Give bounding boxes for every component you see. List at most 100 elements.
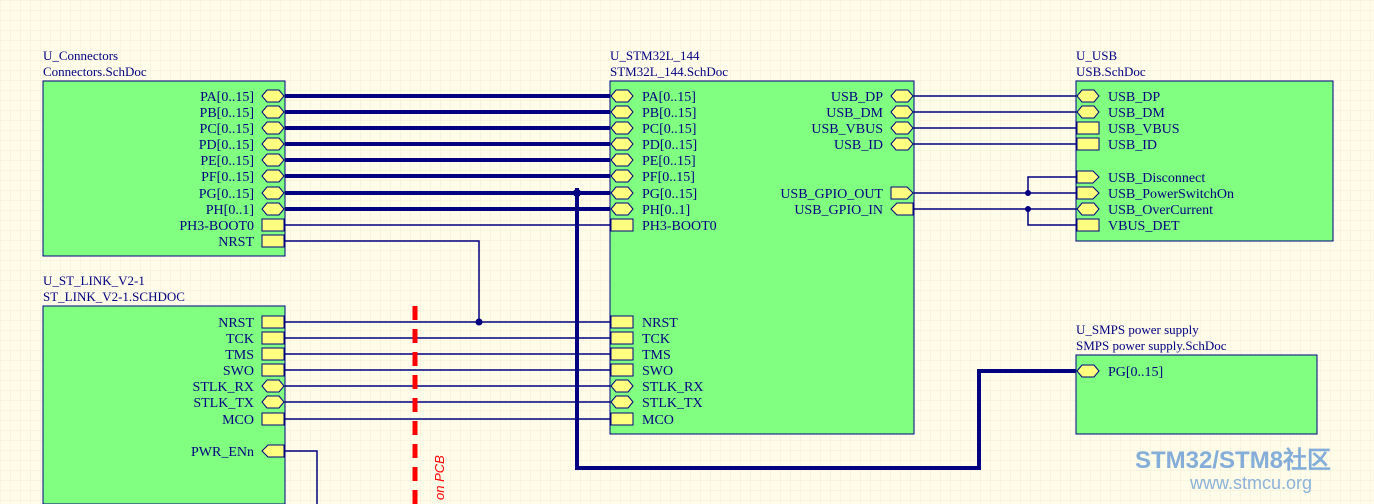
port-entry-shape xyxy=(261,234,285,248)
port-entry-shape xyxy=(1076,89,1100,103)
port-entry-shape xyxy=(261,89,285,103)
port-label: MCO xyxy=(222,413,254,428)
port-entry-shape xyxy=(610,105,634,119)
port-label: PB[0..15] xyxy=(200,106,254,121)
port-label: PB[0..15] xyxy=(642,106,696,121)
port-entry-shape xyxy=(610,218,634,232)
port-entry-shape xyxy=(610,169,634,183)
port-label: USB_ID xyxy=(834,138,883,153)
port-label: PG[0..15] xyxy=(1108,365,1163,380)
watermark-stm32: STM32 xyxy=(1135,447,1212,474)
port-label: USB_DP xyxy=(831,90,883,105)
port-label: STLK_TX xyxy=(642,396,703,411)
port-entry-shape xyxy=(261,363,285,377)
port-label: PD[0..15] xyxy=(642,138,697,153)
port-entry-shape xyxy=(610,379,634,393)
port-entry-shape xyxy=(261,315,285,329)
port-label: TCK xyxy=(642,332,670,347)
port-entry-shape xyxy=(1076,364,1100,378)
port-entry-shape xyxy=(890,121,914,135)
port-label: PH3-BOOT0 xyxy=(179,219,254,234)
port-entry-shape xyxy=(610,186,634,200)
port-label: USB_ID xyxy=(1108,138,1157,153)
svg-text:STM32/STM8社区: STM32/STM8社区 xyxy=(1135,446,1331,474)
port-label: PH[0..1] xyxy=(206,203,254,218)
port-label: VBUS_DET xyxy=(1108,219,1180,234)
port-label: STLK_RX xyxy=(642,380,703,395)
junction-nrst xyxy=(475,318,483,326)
port-label: PG[0..15] xyxy=(199,187,254,202)
port-entry-shape xyxy=(610,347,634,361)
port-label: PD[0..15] xyxy=(199,138,254,153)
port-label: PE[0..15] xyxy=(642,154,696,169)
port-label: NRST xyxy=(218,316,254,331)
sheet-filename: SMPS power supply.SchDoc xyxy=(1076,338,1227,353)
schematic-canvas: U_ConnectorsConnectors.SchDocPA[0..15]PB… xyxy=(0,0,1374,504)
watermark-stm8: STM8 xyxy=(1219,447,1283,474)
port-label: PH3-BOOT0 xyxy=(642,219,717,234)
port-label: USB_OverCurrent xyxy=(1108,203,1213,218)
port-label: PF[0..15] xyxy=(642,170,695,185)
sheet-st-link[interactable]: U_ST_LINK_V2-1ST_LINK_V2-1.SCHDOC NRSTTCK… xyxy=(42,273,286,504)
port-label: USB_DM xyxy=(1108,106,1165,121)
port-entry-shape xyxy=(610,331,634,345)
port-label: MCO xyxy=(642,413,674,428)
sheet-filename: Connectors.SchDoc xyxy=(43,64,147,79)
port-label: STLK_RX xyxy=(193,380,254,395)
port-entry-shape xyxy=(610,315,634,329)
junction-pg-bus xyxy=(573,189,581,197)
port-label: SWO xyxy=(642,364,673,379)
port-label: USB_GPIO_OUT xyxy=(780,187,883,202)
port-label: TMS xyxy=(225,348,254,363)
sheet-designator: U_USB xyxy=(1076,48,1118,63)
port-label: USB_GPIO_IN xyxy=(794,203,883,218)
sheet-designator: U_ST_LINK_V2-1 xyxy=(43,273,145,288)
port-entry-shape xyxy=(890,137,914,151)
port-entry-shape xyxy=(1076,105,1100,119)
port-entry-shape xyxy=(610,363,634,377)
port-label: PC[0..15] xyxy=(642,122,696,137)
port-label: SWO xyxy=(223,364,254,379)
port-entry-shape xyxy=(261,121,285,135)
port-label: USB_DP xyxy=(1108,90,1160,105)
sheet-designator: U_Connectors xyxy=(43,48,118,63)
sheet-filename: USB.SchDoc xyxy=(1076,64,1146,79)
port-entry-shape xyxy=(261,153,285,167)
sheet-filename: STM32L_144.SchDoc xyxy=(610,64,728,79)
sheet-stm32[interactable]: U_STM32L_144STM32L_144.SchDoc PA[0..15]PB… xyxy=(609,48,915,435)
port-label: PE[0..15] xyxy=(200,154,254,169)
port-label: PA[0..15] xyxy=(200,90,254,105)
port-entry-shape xyxy=(261,347,285,361)
port-label: STLK_TX xyxy=(193,396,254,411)
port-label: NRST xyxy=(642,316,678,331)
port-entry-shape xyxy=(261,218,285,232)
port-entry-shape xyxy=(261,186,285,200)
junction-gpio-out xyxy=(1025,190,1031,196)
watermark-url: www.stmcu.org xyxy=(1189,473,1312,493)
port-entry-shape xyxy=(261,105,285,119)
port-label: PF[0..15] xyxy=(201,170,254,185)
junction-gpio-in xyxy=(1025,206,1031,212)
port-label: NRST xyxy=(218,235,254,250)
port-entry-shape xyxy=(261,202,285,216)
sheet-designator: U_SMPS power supply xyxy=(1076,322,1199,337)
sheet-filename: ST_LINK_V2-1.SCHDOC xyxy=(43,289,185,304)
sheet-designator: U_STM32L_144 xyxy=(610,48,700,63)
port-label: PWR_ENn xyxy=(191,445,254,460)
port-entry-shape xyxy=(261,395,285,409)
port-entry-shape xyxy=(1076,218,1100,232)
port-label: TCK xyxy=(226,332,254,347)
watermark-community: 社区 xyxy=(1283,446,1331,474)
port-entry-shape xyxy=(261,331,285,345)
port-entry-shape xyxy=(610,395,634,409)
port-entry-shape xyxy=(1076,202,1100,216)
port-entry-shape xyxy=(610,153,634,167)
port-entry-shape xyxy=(610,121,634,135)
port-label: PH[0..1] xyxy=(642,203,690,218)
port-entry-shape xyxy=(261,379,285,393)
port-label: USB_VBUS xyxy=(811,122,883,137)
port-entry-shape xyxy=(261,412,285,426)
port-entry-shape xyxy=(610,137,634,151)
port-entry-shape xyxy=(261,169,285,183)
port-label: PA[0..15] xyxy=(642,90,696,105)
